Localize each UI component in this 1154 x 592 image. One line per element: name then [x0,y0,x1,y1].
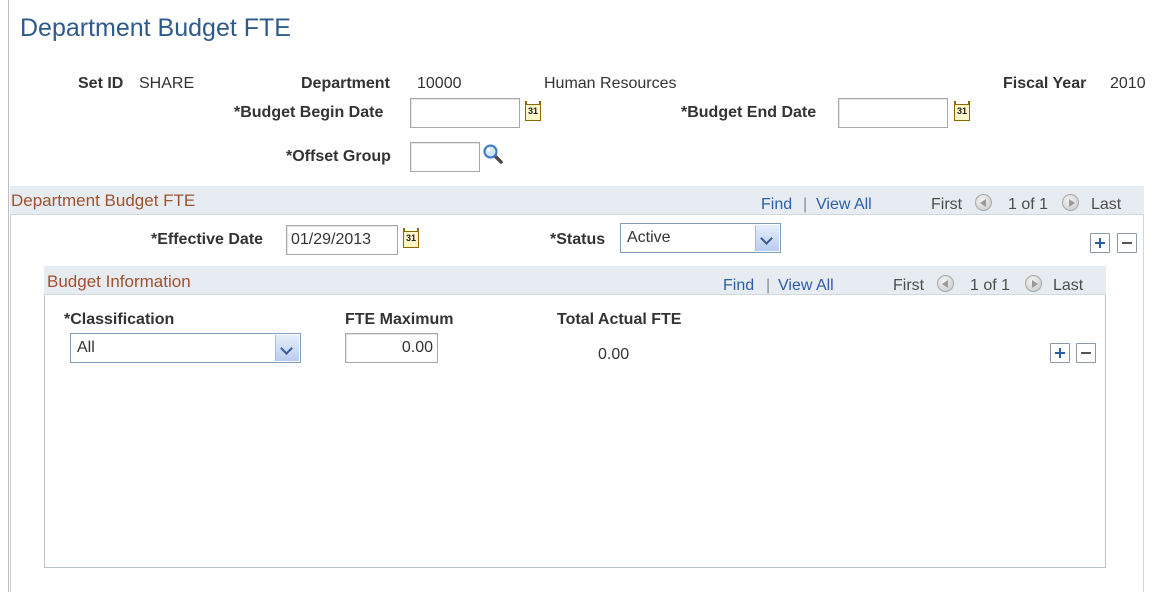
add-row-button[interactable] [1050,343,1070,363]
grid2-row-count: 1 of 1 [970,277,1011,294]
fte-maximum-input[interactable]: 0.00 [345,333,438,363]
fiscal-year-value: 2010 [1110,75,1146,92]
classification-select[interactable]: All [70,333,301,363]
setid-label: Set ID [78,75,124,92]
fiscal-year-label: Fiscal Year [1003,75,1087,92]
grid1-find-link[interactable]: Find [761,196,792,214]
budget-begin-input[interactable] [410,98,520,128]
delete-row-button[interactable] [1076,343,1096,363]
grid1-first-link[interactable]: First [931,196,962,214]
grid2-view-all-link[interactable]: View All [778,277,834,295]
grid1-separator: | [803,196,808,213]
delete-row-button[interactable] [1117,233,1137,253]
calendar-icon[interactable]: 31 [403,228,419,248]
grid2-first-link[interactable]: First [893,277,924,295]
calendar-icon[interactable]: 31 [525,101,541,121]
grid1-view-all-link[interactable]: View All [816,196,872,214]
grid1-row-count: 1 of 1 [1008,196,1049,213]
prev-arrow-icon[interactable] [975,194,992,211]
total-actual-fte-column-header: Total Actual FTE [557,311,682,328]
page-left-border [8,0,9,592]
page-title: Department Budget FTE [20,14,291,42]
grid1-last-link[interactable]: Last [1091,196,1121,214]
chevron-down-icon[interactable] [275,335,299,361]
add-row-button[interactable] [1090,233,1110,253]
classification-column-header: *Classification [64,311,175,328]
department-value: 10000 [417,75,462,92]
grid2-separator: | [766,277,771,294]
classification-selected-value: All [77,339,95,356]
status-select[interactable]: Active [620,223,781,253]
calendar-icon[interactable]: 31 [954,101,970,121]
grid2-last-link[interactable]: Last [1053,277,1083,295]
department-name: Human Resources [544,75,677,92]
offset-group-input[interactable] [410,142,480,172]
budget-end-label: *Budget End Date [681,104,817,121]
chevron-down-icon[interactable] [755,225,779,251]
offset-group-label: *Offset Group [286,148,391,165]
budget-begin-label: *Budget Begin Date [234,104,384,121]
department-label: Department [301,75,390,92]
effective-date-label: *Effective Date [151,231,264,248]
department-budget-fte-grid-title: Department Budget FTE [11,191,196,210]
status-label: *Status [550,231,606,248]
setid-value: SHARE [139,75,195,92]
budget-end-input[interactable] [838,98,948,128]
grid2-find-link[interactable]: Find [723,277,754,295]
search-icon[interactable] [482,143,504,165]
prev-arrow-icon[interactable] [937,275,954,292]
next-arrow-icon[interactable] [1025,275,1042,292]
effective-date-input[interactable]: 01/29/2013 [286,225,398,255]
fte-maximum-column-header: FTE Maximum [345,311,454,328]
budget-information-grid-title: Budget Information [47,272,191,291]
next-arrow-icon[interactable] [1062,194,1079,211]
status-selected-value: Active [627,229,671,246]
total-actual-fte-value: 0.00 [598,346,630,363]
